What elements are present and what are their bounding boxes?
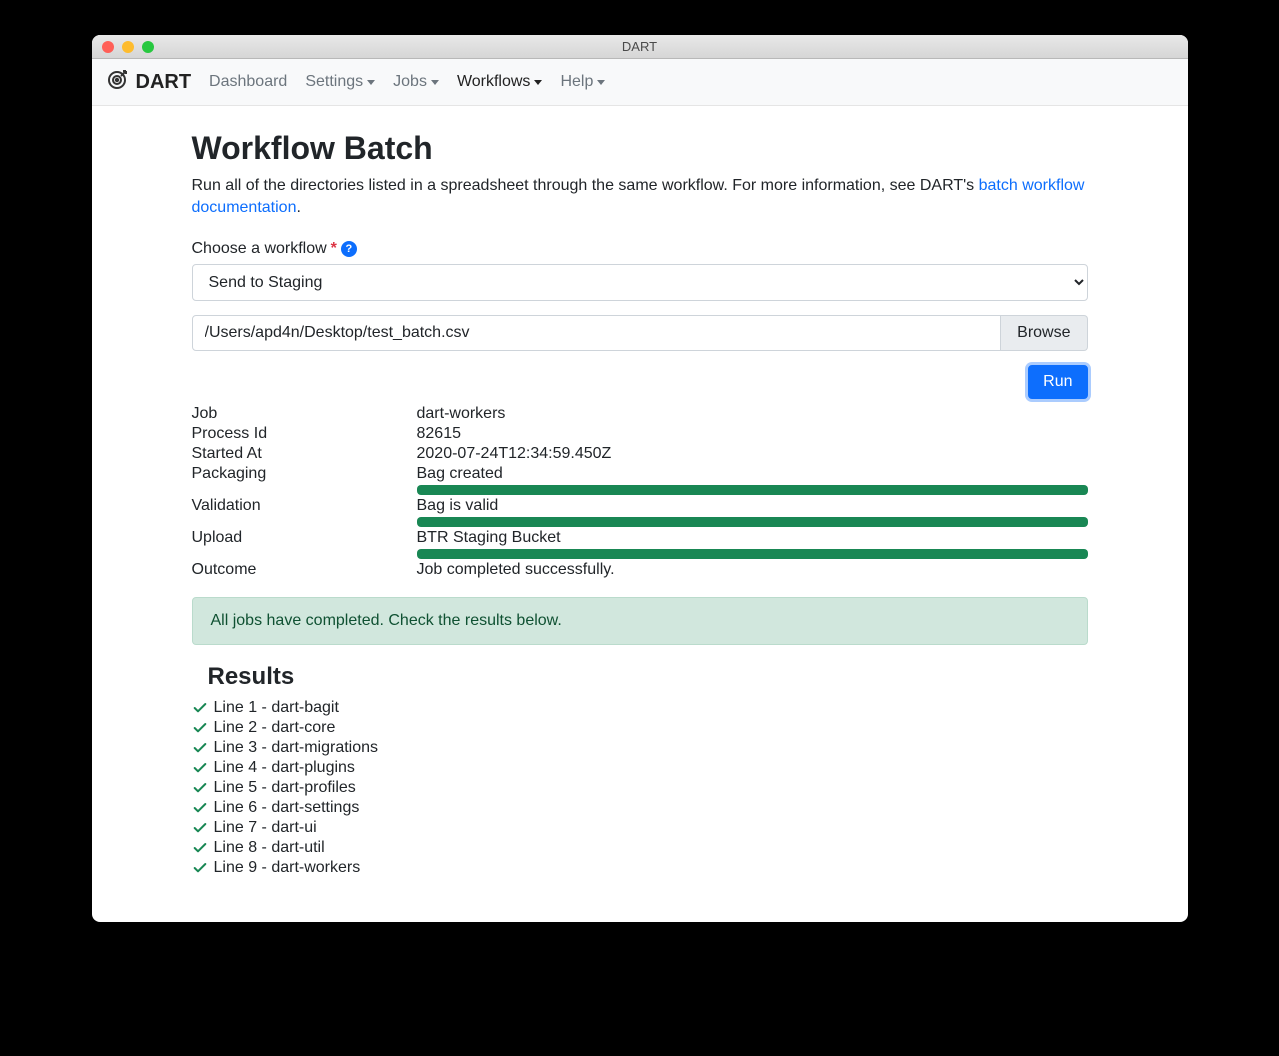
value-outcome: Job completed successfully. — [417, 561, 1088, 579]
result-item: Line 2 - dart-core — [192, 719, 1088, 737]
nav-help-label: Help — [560, 73, 593, 91]
check-icon — [192, 820, 208, 836]
check-icon — [192, 720, 208, 736]
required-asterisk: * — [331, 240, 337, 258]
progress-packaging — [417, 485, 1088, 495]
result-item: Line 7 - dart-ui — [192, 819, 1088, 837]
lead-text: Run all of the directories listed in a s… — [192, 177, 979, 194]
lead-text-end: . — [296, 199, 300, 216]
chevron-down-icon — [431, 80, 439, 85]
result-item: Line 9 - dart-workers — [192, 859, 1088, 877]
run-row: Run — [192, 365, 1088, 399]
row-validation: Validation Bag is valid — [192, 497, 1088, 527]
row-upload: Upload BTR Staging Bucket — [192, 529, 1088, 559]
progress-bar — [417, 485, 1088, 495]
check-icon — [192, 780, 208, 796]
navbar: DART Dashboard Settings Jobs Workflows H… — [92, 59, 1188, 106]
completion-alert: All jobs have completed. Check the resul… — [192, 597, 1088, 645]
window-title: DART — [92, 39, 1188, 54]
label-packaging: Packaging — [192, 465, 417, 483]
nav-jobs-label: Jobs — [393, 73, 427, 91]
progress-validation — [417, 517, 1088, 527]
results-heading: Results — [208, 663, 1088, 691]
page-description: Run all of the directories listed in a s… — [192, 175, 1088, 220]
nav-workflows-label: Workflows — [457, 73, 531, 91]
result-item-label: Line 2 - dart-core — [214, 719, 336, 737]
result-item-label: Line 5 - dart-profiles — [214, 779, 356, 797]
result-item-label: Line 7 - dart-ui — [214, 819, 317, 837]
result-item: Line 1 - dart-bagit — [192, 699, 1088, 717]
workflow-label-row: Choose a workflow * ? — [192, 240, 1088, 258]
csv-path-input[interactable] — [192, 315, 1002, 351]
result-item: Line 8 - dart-util — [192, 839, 1088, 857]
result-item-label: Line 1 - dart-bagit — [214, 699, 339, 717]
nav-settings-label: Settings — [305, 73, 363, 91]
check-icon — [192, 740, 208, 756]
workflow-select[interactable]: Send to Staging — [192, 264, 1088, 301]
row-packaging: Packaging Bag created — [192, 465, 1088, 495]
nav-help[interactable]: Help — [560, 73, 605, 91]
result-item-label: Line 8 - dart-util — [214, 839, 325, 857]
app-window: DART DART Dashboard Settings Jobs — [92, 35, 1188, 922]
value-validation: Bag is valid — [417, 497, 1088, 515]
row-job: Job dart-workers — [192, 405, 1088, 423]
label-job: Job — [192, 405, 417, 423]
run-button[interactable]: Run — [1028, 365, 1087, 399]
value-job: dart-workers — [417, 405, 1088, 423]
value-upload-wrap: BTR Staging Bucket — [417, 529, 1088, 559]
progress-bar — [417, 549, 1088, 559]
brand[interactable]: DART — [106, 67, 192, 97]
main-content: Workflow Batch Run all of the directorie… — [92, 106, 1188, 922]
row-outcome: Outcome Job completed successfully. — [192, 561, 1088, 579]
value-packaging: Bag created — [417, 465, 1088, 483]
label-started-at: Started At — [192, 445, 417, 463]
label-outcome: Outcome — [192, 561, 417, 579]
nav-dashboard-label: Dashboard — [209, 73, 287, 91]
value-started-at: 2020-07-24T12:34:59.450Z — [417, 445, 1088, 463]
titlebar: DART — [92, 35, 1188, 59]
nav-dashboard[interactable]: Dashboard — [209, 73, 287, 91]
result-item: Line 3 - dart-migrations — [192, 739, 1088, 757]
chevron-down-icon — [534, 80, 542, 85]
page-title: Workflow Batch — [192, 130, 1088, 167]
workflow-label: Choose a workflow — [192, 240, 327, 258]
result-item-label: Line 9 - dart-workers — [214, 859, 361, 877]
nav-workflows[interactable]: Workflows — [457, 73, 543, 91]
result-item: Line 4 - dart-plugins — [192, 759, 1088, 777]
nav-jobs[interactable]: Jobs — [393, 73, 439, 91]
result-item: Line 6 - dart-settings — [192, 799, 1088, 817]
browse-button[interactable]: Browse — [1001, 315, 1087, 351]
file-input-group: Browse — [192, 315, 1088, 351]
value-validation-wrap: Bag is valid — [417, 497, 1088, 527]
results-list: Line 1 - dart-bagit Line 2 - dart-core Lin… — [192, 699, 1088, 877]
value-upload: BTR Staging Bucket — [417, 529, 1088, 547]
result-item-label: Line 3 - dart-migrations — [214, 739, 379, 757]
result-item-label: Line 4 - dart-plugins — [214, 759, 355, 777]
check-icon — [192, 800, 208, 816]
progress-upload — [417, 549, 1088, 559]
nav-settings[interactable]: Settings — [305, 73, 375, 91]
check-icon — [192, 700, 208, 716]
brand-text: DART — [136, 71, 192, 94]
value-process-id: 82615 — [417, 425, 1088, 443]
progress-bar — [417, 517, 1088, 527]
label-process-id: Process Id — [192, 425, 417, 443]
label-upload: Upload — [192, 529, 417, 547]
check-icon — [192, 840, 208, 856]
row-started-at: Started At 2020-07-24T12:34:59.450Z — [192, 445, 1088, 463]
label-validation: Validation — [192, 497, 417, 515]
check-icon — [192, 760, 208, 776]
chevron-down-icon — [367, 80, 375, 85]
result-item: Line 5 - dart-profiles — [192, 779, 1088, 797]
target-icon — [106, 67, 130, 97]
chevron-down-icon — [597, 80, 605, 85]
row-process-id: Process Id 82615 — [192, 425, 1088, 443]
help-icon[interactable]: ? — [341, 241, 357, 257]
result-item-label: Line 6 - dart-settings — [214, 799, 360, 817]
value-packaging-wrap: Bag created — [417, 465, 1088, 495]
check-icon — [192, 860, 208, 876]
